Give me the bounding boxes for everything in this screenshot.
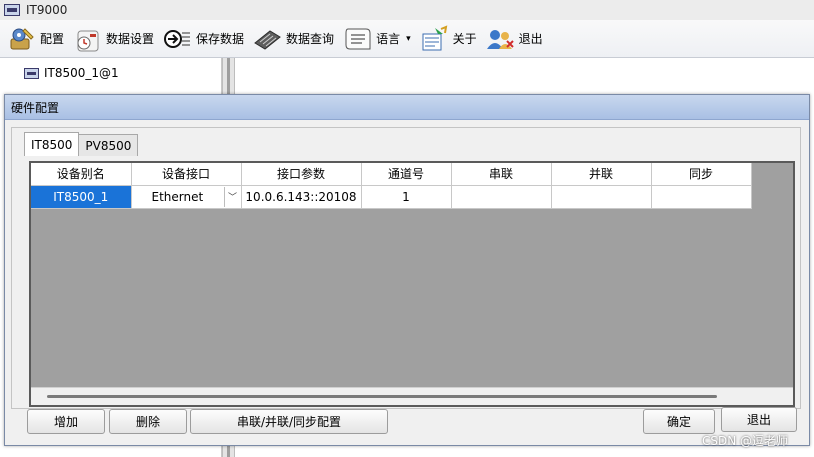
toolbar-language-label: 语言 — [376, 32, 401, 46]
toolbar-data-query-label: 数据查询 — [286, 32, 335, 46]
cell-alias[interactable]: IT8500_1 — [31, 185, 132, 209]
interface-dropdown-value: Ethernet — [151, 189, 204, 204]
cell-channel[interactable]: 1 — [361, 185, 452, 209]
toolbar-save-data-button[interactable]: 保存数据 — [160, 22, 250, 56]
toolbar-data-query-button[interactable]: 数据查询 — [250, 22, 340, 56]
toolbar-about-label: 关于 — [452, 32, 477, 46]
cell-parallel[interactable] — [551, 185, 652, 209]
toolbar-data-settings-button[interactable]: 数据设置 — [70, 22, 160, 56]
tree-node-device[interactable]: IT8500_1@1 — [24, 66, 119, 80]
device-table: 设备别名 设备接口 接口参数 通道号 串联 并联 同步 IT8500_1 Eth… — [31, 163, 752, 209]
gear-wrench-icon — [6, 24, 36, 54]
column-header-interface[interactable]: 设备接口 — [131, 163, 242, 186]
series-parallel-sync-config-button[interactable]: 串联/并联/同步配置 — [190, 409, 388, 434]
toolbar-language-button[interactable]: 语言 ▾ — [340, 22, 417, 56]
toolbar-save-data-label: 保存数据 — [196, 32, 245, 46]
toolbar-about-button[interactable]: 关于 — [417, 22, 483, 56]
exit-users-icon — [485, 24, 515, 54]
device-icon — [24, 67, 39, 79]
column-header-channel[interactable]: 通道号 — [361, 163, 452, 186]
cell-series[interactable] — [451, 185, 552, 209]
table-header-row: 设备别名 设备接口 接口参数 通道号 串联 并联 同步 — [31, 163, 752, 186]
save-arrow-icon — [162, 24, 192, 54]
scrollbar-thumb[interactable] — [47, 395, 717, 398]
about-info-icon — [419, 24, 449, 54]
watermark: CSDN @逗老师 — [702, 434, 789, 448]
cell-sync[interactable] — [651, 185, 752, 209]
ok-button[interactable]: 确定 — [643, 409, 715, 434]
tab-it8500[interactable]: IT8500 — [24, 132, 80, 156]
toolbar-config-button[interactable]: 配置 — [4, 22, 70, 56]
device-tabs: IT8500 PV8500 — [24, 132, 139, 156]
keyboard-search-icon — [252, 24, 282, 54]
clock-settings-icon — [72, 24, 102, 54]
column-header-alias[interactable]: 设备别名 — [31, 163, 132, 186]
title-bar: IT9000 — [0, 0, 814, 20]
cell-params[interactable]: 10.0.6.143::20108 — [241, 185, 362, 209]
column-header-parallel[interactable]: 并联 — [551, 163, 652, 186]
horizontal-scrollbar[interactable] — [31, 387, 793, 405]
tree-node-label: IT8500_1@1 — [44, 66, 119, 80]
exit-button[interactable]: 退出 — [721, 407, 797, 432]
add-button[interactable]: 增加 — [27, 409, 105, 434]
column-header-params[interactable]: 接口参数 — [241, 163, 362, 186]
hardware-config-dialog: 硬件配置 IT8500 PV8500 设备别名 设备接口 接口参数 通道号 串联… — [4, 94, 810, 446]
app-icon — [4, 4, 20, 16]
toolbar-data-settings-label: 数据设置 — [106, 32, 155, 46]
scroll-language-icon — [342, 24, 372, 54]
delete-button[interactable]: 删除 — [109, 409, 187, 434]
cell-interface[interactable]: Ethernet ﹀ — [131, 185, 242, 209]
column-header-sync[interactable]: 同步 — [651, 163, 752, 186]
chevron-down-icon[interactable]: ▾ — [406, 34, 411, 44]
table-row[interactable]: IT8500_1 Ethernet ﹀ 10.0.6.143::20108 1 — [31, 185, 752, 209]
toolbar-exit-button[interactable]: 退出 — [483, 22, 549, 56]
window-title: IT9000 — [26, 3, 68, 17]
chevron-down-icon[interactable]: ﹀ — [223, 186, 241, 207]
toolbar-config-label: 配置 — [40, 32, 65, 46]
tab-pv8500[interactable]: PV8500 — [78, 134, 139, 156]
dialog-title: 硬件配置 — [5, 95, 809, 120]
interface-dropdown[interactable]: Ethernet ﹀ — [132, 186, 241, 208]
device-grid: 设备别名 设备接口 接口参数 通道号 串联 并联 同步 IT8500_1 Eth… — [29, 161, 795, 407]
toolbar-exit-label: 退出 — [518, 32, 543, 46]
toolbar: 配置 数据设置 保存数据 数据查询 语言 ▾ 关于 退出 — [0, 20, 814, 58]
column-header-series[interactable]: 串联 — [451, 163, 552, 186]
